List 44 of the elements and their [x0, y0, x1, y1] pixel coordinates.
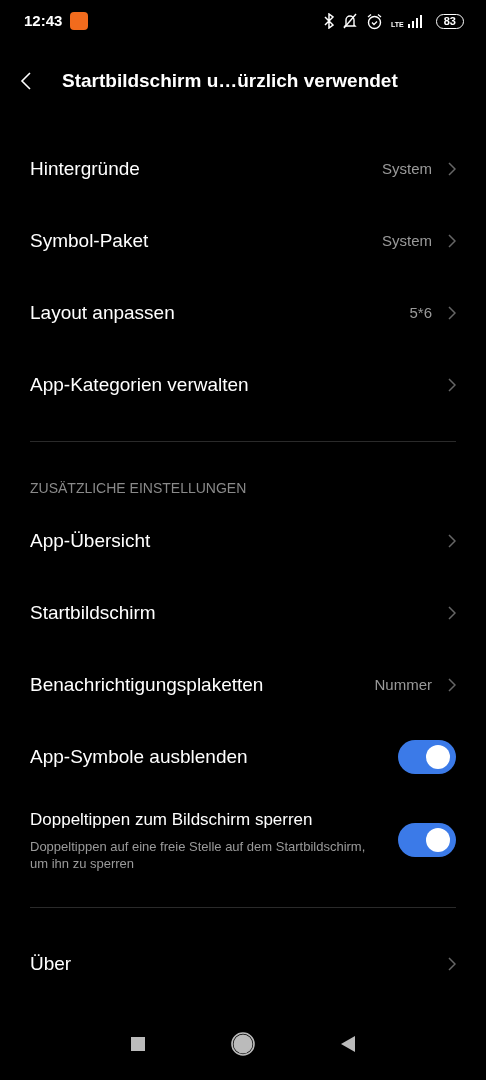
item-value: Nummer	[374, 674, 432, 695]
muted-bell-icon	[342, 13, 359, 29]
chevron-icon	[448, 234, 456, 248]
page-title: Startbildschirm u…ürzlich verwendet	[62, 68, 398, 93]
home-icon[interactable]	[231, 1032, 255, 1056]
chevron-icon	[448, 957, 456, 971]
section-header: ZUSÄTZLICHE EINSTELLUNGEN	[29, 479, 248, 498]
item-label: App-Symbole ausblenden	[30, 744, 248, 769]
settings-item[interactable]: Über	[0, 928, 486, 1000]
clock-text: 12:43	[24, 10, 63, 31]
toggle-switch[interactable]	[398, 740, 456, 774]
back-button[interactable]	[20, 71, 32, 91]
item-label: Hintergründe	[30, 156, 140, 181]
item-label: Layout anpassen	[30, 300, 175, 325]
bluetooth-icon	[324, 13, 335, 29]
item-description: Doppeltippen auf eine freie Stelle auf dem Startbildschirm, um ihn zu sperren	[30, 837, 367, 873]
item-label: Startbildschirm	[30, 600, 156, 625]
item-label: Doppeltippen zum Bildschirm sperren	[30, 809, 314, 832]
settings-item[interactable]: Benachrichtigungsplaketten Nummer	[0, 649, 486, 721]
settings-item[interactable]: App-Kategorien verwalten	[0, 349, 486, 421]
chevron-icon	[448, 534, 456, 548]
alarm-icon	[366, 12, 384, 30]
item-label: App-Übersicht	[30, 528, 151, 553]
signal-icon	[407, 14, 422, 28]
chevron-icon	[448, 306, 456, 320]
item-label: Über	[30, 951, 72, 976]
item-label: App-Kategorien verwalten	[30, 372, 249, 397]
back-icon[interactable]	[341, 1036, 355, 1052]
settings-item[interactable]: Hintergründe System	[0, 133, 486, 205]
chevron-icon	[448, 606, 456, 620]
item-value: System	[382, 230, 432, 251]
chevron-icon	[448, 678, 456, 692]
item-value: 5*6	[409, 302, 432, 323]
settings-item[interactable]: Layout anpassen 5*6	[0, 277, 486, 349]
chevron-icon	[448, 162, 456, 176]
settings-item[interactable]: Symbol-Paket System	[0, 205, 486, 277]
item-value: System	[382, 158, 432, 179]
settings-item[interactable]: Startbildschirm	[0, 577, 486, 649]
chevron-icon	[448, 378, 456, 392]
app-notification-icon	[70, 12, 89, 30]
item-label: Symbol-Paket	[30, 228, 149, 253]
item-label: Benachrichtigungsplaketten	[30, 672, 264, 697]
settings-item[interactable]: App-Übersicht	[0, 505, 486, 577]
toggle-switch[interactable]	[398, 823, 456, 857]
